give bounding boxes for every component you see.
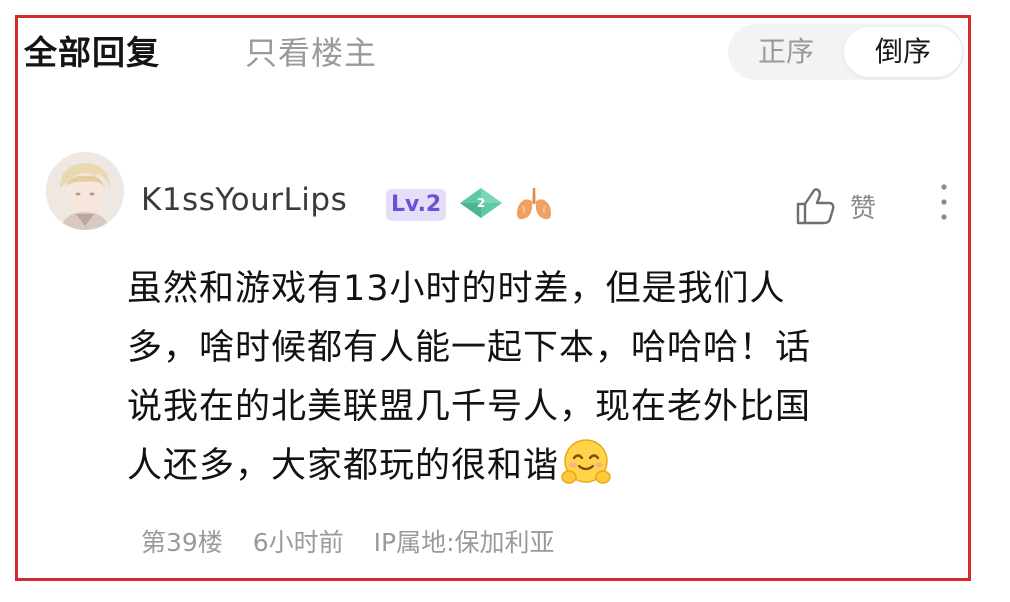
username[interactable]: K1ssYourLips [141,182,347,218]
reply-panel: 全部回复 只看楼主 正序 倒序 K1ssYourLips Lv.2 2 赞 虽然… [15,15,971,581]
level-badge: Lv.2 [386,189,447,221]
comment-body: 虽然和游戏有13小时的时差，但是我们人 多，啥时候都有人能一起下本，哈哈哈！话 … [127,260,947,496]
ip-location: IP属地:保加利亚 [373,528,555,557]
comment-line: 多，啥时候都有人能一起下本，哈哈哈！话 [127,328,812,368]
reply-filter-bar: 全部回复 只看楼主 正序 倒序 [18,18,968,96]
like-label: 赞 [850,194,877,224]
thumbs-up-icon [796,188,835,225]
post-time: 6小时前 [252,528,344,557]
smiling-face-emoji [561,439,611,484]
comment-line: 虽然和游戏有13小时的时差，但是我们人 [127,269,786,309]
lung-badge-icon [514,186,554,222]
sort-ascending-button[interactable]: 正序 [744,32,828,72]
sort-descending-button[interactable]: 倒序 [844,27,962,77]
sort-toggle: 正序 倒序 [728,24,964,80]
floor-number: 第39楼 [141,528,223,557]
comment-line: 人还多，大家都玩的很和谐 [127,437,947,496]
tab-only-op[interactable]: 只看楼主 [245,28,377,74]
avatar[interactable] [46,152,124,230]
green-gem-badge-icon: 2 [458,186,504,220]
gem-level-number: 2 [477,196,485,210]
like-button[interactable]: 赞 [794,184,894,228]
comment-line: 说我在的北美联盟几千号人，现在老外比国 [127,387,812,427]
more-vertical-icon[interactable] [932,180,956,226]
comment-line-text: 人还多，大家都玩的很和谐 [127,446,560,486]
tab-all-replies[interactable]: 全部回复 [24,26,160,74]
comment-meta: 第39楼 6小时前 IP属地:保加利亚 [141,523,577,559]
